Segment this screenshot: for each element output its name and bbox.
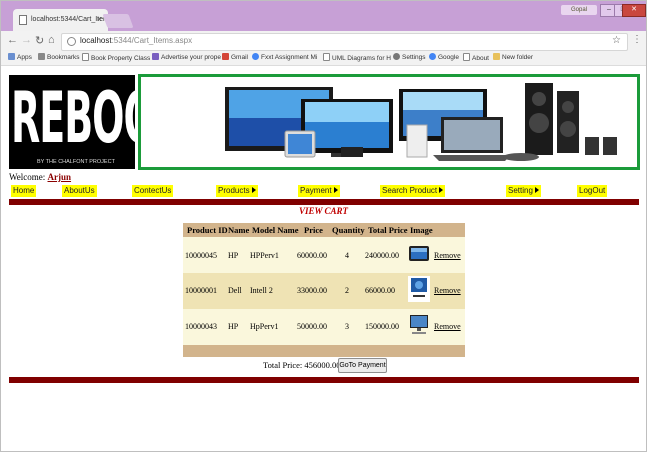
back-icon[interactable]: ←: [7, 34, 18, 46]
gear-icon: [393, 53, 400, 60]
reload-icon[interactable]: ↻: [35, 34, 44, 47]
table-row: 10000001 Dell Intell 2 33000.00 2 66000.…: [183, 273, 465, 309]
table-row: 10000043 HP HpPerv1 50000.00 3 150000.00…: [183, 309, 465, 345]
cart-title: VIEW CART: [298, 206, 349, 216]
col-total-price: Total Price: [368, 225, 408, 235]
tablet-icon: [409, 246, 429, 261]
col-image: Image: [410, 225, 433, 235]
google-icon: [252, 53, 259, 60]
bookmark-about[interactable]: About: [463, 53, 489, 62]
username-link[interactable]: Arjun: [48, 172, 72, 182]
electronics-illustration: [225, 83, 617, 161]
browser-window: localhost:5344/Cart_Items × Gopal – □ ✕ …: [0, 0, 647, 452]
bookmark-google[interactable]: Google: [429, 53, 459, 61]
total-price: Total Price: 456000.00: [263, 360, 341, 370]
bookmark-book-property[interactable]: Book Property Class: [82, 53, 150, 62]
site-icon: [152, 53, 159, 60]
bookmark-star-icon[interactable]: ☆: [612, 35, 621, 46]
banner-image: [138, 74, 640, 170]
bookmark-advertise[interactable]: Advertise your prope: [152, 53, 221, 61]
bookmark-new-folder[interactable]: New folder: [493, 53, 533, 61]
menu-search-product[interactable]: Search Product: [380, 185, 446, 197]
page-icon: [82, 53, 89, 61]
info-icon[interactable]: [67, 37, 76, 46]
menu-home[interactable]: Home: [11, 185, 37, 197]
folder-icon: [493, 53, 500, 60]
page-icon: [19, 15, 27, 25]
col-product-id: Product ID: [187, 225, 228, 235]
submenu-arrow-icon: [534, 187, 539, 193]
menu-products[interactable]: Products: [216, 185, 258, 197]
apps-icon: [8, 53, 15, 60]
home-icon[interactable]: ⌂: [48, 34, 55, 46]
browser-toolbar: ← → ↻ ⌂ localhost:5344/Cart_Items.aspx ☆…: [1, 31, 646, 51]
dell-pc-icon: [408, 276, 430, 302]
google-icon: [429, 53, 436, 60]
col-quantity: Quantity: [332, 225, 365, 235]
title-bar: localhost:5344/Cart_Items × Gopal – □ ✕: [1, 1, 646, 31]
url-text: localhost:5344/Cart_Items.aspx: [80, 36, 193, 45]
col-name: Name: [228, 225, 250, 235]
logo-subtext: BY THE CHALFONT PROJECT: [37, 159, 115, 165]
new-tab-button[interactable]: [102, 14, 134, 28]
site-logo[interactable]: REBOOT! BY THE CHALFONT PROJECT: [9, 75, 135, 169]
bookmark-assignment[interactable]: Fxxt Assignment Mi: [252, 53, 317, 61]
bookmarks-bar: Apps Bookmarks Book Property Class Adver…: [1, 51, 646, 66]
star-icon: [38, 53, 45, 60]
browser-tab[interactable]: localhost:5344/Cart_Items ×: [13, 9, 112, 31]
gmail-icon: [222, 53, 229, 60]
col-model-name: Model Name: [252, 225, 299, 235]
close-tab-icon[interactable]: ×: [97, 14, 102, 24]
page-icon: [463, 53, 470, 61]
menu-setting[interactable]: Setting: [506, 185, 541, 197]
col-price: Price: [304, 225, 323, 235]
remove-link[interactable]: Remove: [434, 286, 461, 295]
bookmark-uml[interactable]: UML Diagrams for H: [323, 53, 391, 62]
desktop-icon: [410, 315, 428, 334]
menu-icon[interactable]: ⋮: [632, 34, 642, 45]
menu-contectus[interactable]: ContectUs: [132, 185, 174, 197]
submenu-arrow-icon: [251, 187, 256, 193]
close-window-icon[interactable]: ✕: [622, 4, 646, 17]
table-row: 10000045 HP HPPerv1 60000.00 4 240000.00…: [183, 237, 465, 273]
divider-bar: [9, 199, 639, 205]
bookmark-apps[interactable]: Apps: [8, 53, 32, 61]
page-icon: [323, 53, 330, 61]
goto-payment-button[interactable]: GoTo Payment: [338, 358, 387, 373]
submenu-arrow-icon: [333, 187, 338, 193]
remove-link[interactable]: Remove: [434, 322, 461, 331]
address-bar[interactable]: localhost:5344/Cart_Items.aspx ☆: [61, 33, 628, 51]
footer-bar: [9, 377, 639, 383]
remove-link[interactable]: Remove: [434, 251, 461, 260]
profile-button[interactable]: Gopal: [561, 5, 597, 15]
logo-text: REBOOT!: [11, 77, 135, 159]
menu-payment[interactable]: Payment: [298, 185, 340, 197]
bookmark-settings[interactable]: Settings: [393, 53, 426, 61]
bookmark-bookmarks[interactable]: Bookmarks: [38, 53, 80, 61]
submenu-arrow-icon: [439, 187, 444, 193]
welcome-message: Welcome: Arjun: [9, 172, 72, 182]
bookmark-gmail[interactable]: Gmail: [222, 53, 248, 61]
menu-aboutus[interactable]: AboutUs: [62, 185, 97, 197]
forward-icon[interactable]: →: [21, 34, 32, 46]
menu-logout[interactable]: LogOut: [577, 185, 608, 197]
